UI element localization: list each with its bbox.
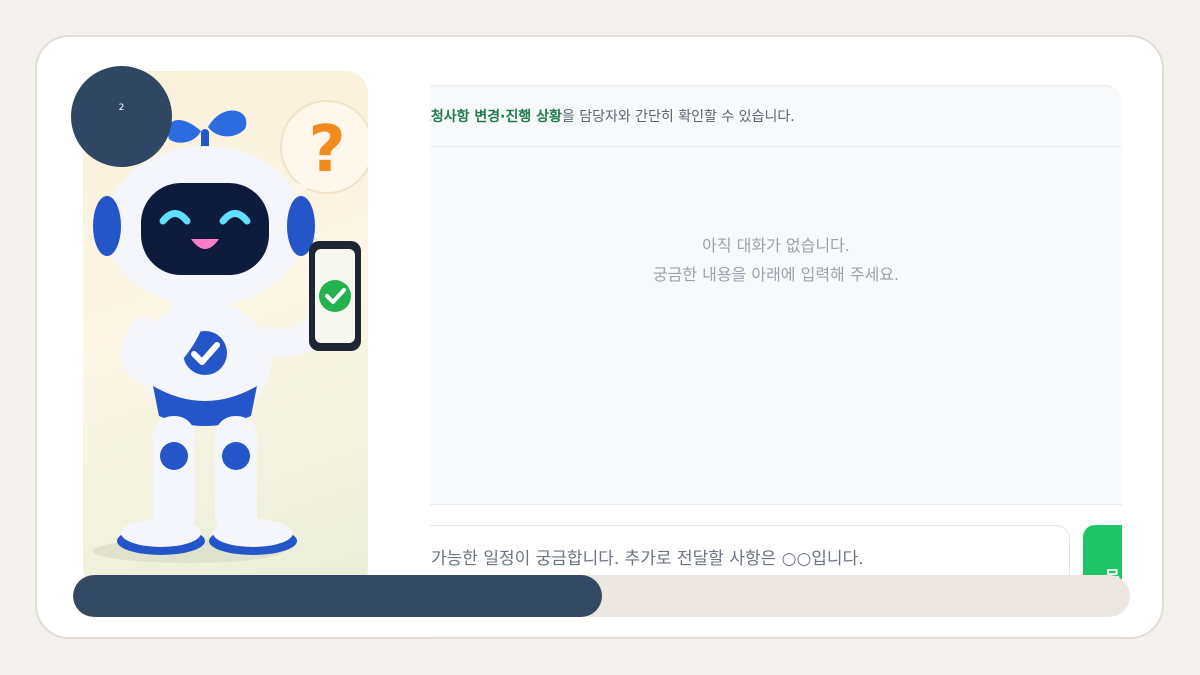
question-mark-icon: ?: [280, 100, 368, 201]
empty-state-line-1: 아직 대화가 없습니다.: [702, 236, 850, 255]
checkmark-icon: [319, 280, 351, 312]
slide-frame: ? 2 요청사항 변경·진행 상황 을 담당자와 간단히 확인할 수 있습니다.…: [35, 35, 1164, 639]
chat-panel: 요청사항 변경·진행 상황 을 담당자와 간단히 확인할 수 있습니다. 아직 대…: [430, 85, 1122, 637]
chat-header-text: 을 담당자와 간단히 확인할 수 있습니다.: [561, 109, 795, 125]
empty-state-line-2: 궁금한 내용을 아래에 입력해 주세요.: [652, 265, 900, 284]
empty-state-message: 아직 대화가 없습니다. 궁금한 내용을 아래에 입력해 주세요.: [430, 231, 1122, 289]
progress-bar: [73, 575, 1130, 617]
progress-bar-fill: [73, 575, 602, 617]
svg-text:?: ?: [308, 113, 345, 187]
smartphone-icon: [309, 241, 361, 351]
step-number-badge: 2: [71, 66, 172, 167]
chat-header-highlight: 요청사항 변경·진행 상황: [430, 109, 562, 125]
chat-header: 요청사항 변경·진행 상황 을 담당자와 간단히 확인할 수 있습니다.: [430, 86, 1122, 147]
